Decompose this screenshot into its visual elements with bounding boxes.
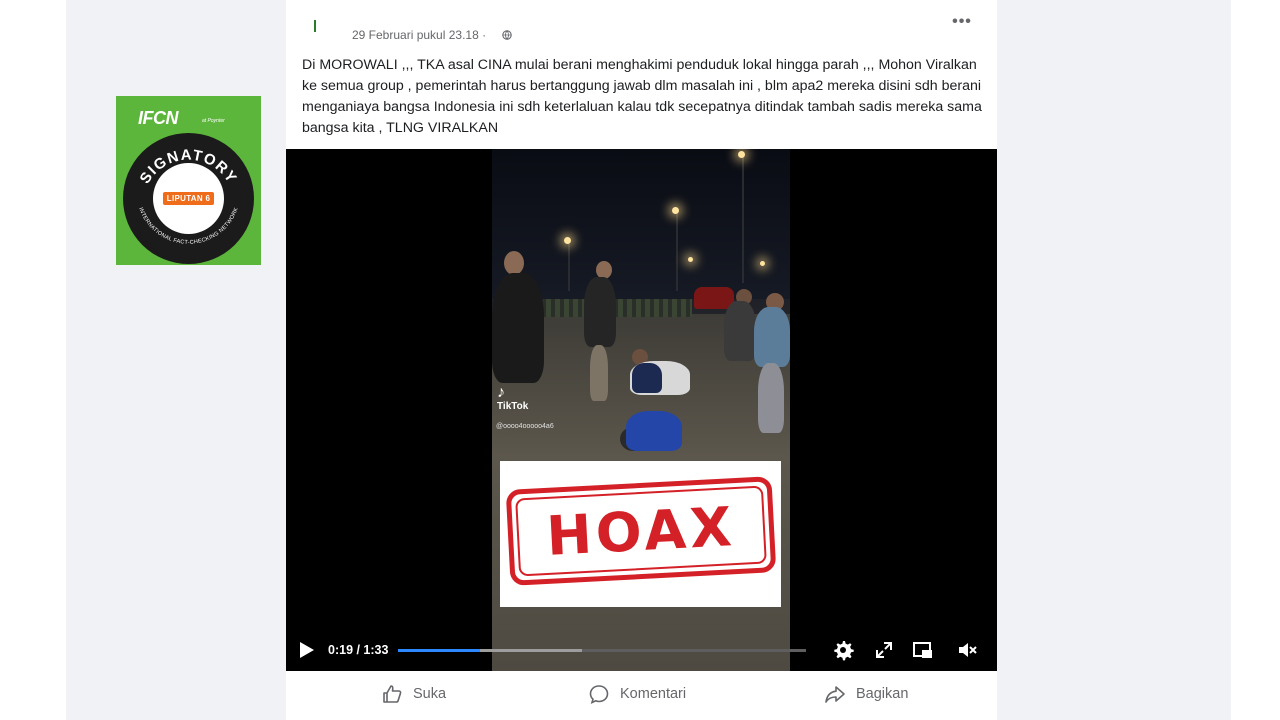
- post-card: 29 Februari pukul 23.18 · ••• Di MOROWAL…: [286, 0, 997, 720]
- hoax-stamp-inner-border: [515, 485, 767, 577]
- lamp-light: [672, 207, 679, 214]
- play-icon[interactable]: [300, 642, 314, 658]
- person: [626, 411, 682, 451]
- ifcn-logo: IFCN: [138, 108, 179, 128]
- share-icon: [825, 686, 845, 703]
- tiktok-handle: @oooo4ooooo4a6: [496, 423, 554, 430]
- post-timestamp[interactable]: 29 Februari pukul 23.18 ·: [352, 28, 486, 42]
- thumbs-up-icon: [383, 685, 402, 703]
- person: [754, 307, 790, 367]
- person: [584, 277, 616, 347]
- video-frame: ♪ TikTok @oooo4ooooo4a6 HOAX: [492, 149, 790, 671]
- tiktok-watermark: ♪ TikTok: [497, 384, 529, 413]
- video-time: 0:19 / 1:33: [328, 643, 389, 657]
- video-player[interactable]: ♪ TikTok @oooo4ooooo4a6 HOAX 0:19 / 1:33: [286, 149, 997, 671]
- comment-button[interactable]: Komentari: [588, 680, 686, 708]
- post-actions: Suka Komentari Bagikan: [286, 674, 997, 714]
- progress-bar[interactable]: [398, 649, 806, 652]
- street-lamp: [568, 241, 570, 291]
- comment-icon: [589, 685, 609, 704]
- globe-icon: [502, 30, 512, 40]
- person: [758, 363, 784, 433]
- tiktok-icon: ♪: [497, 384, 505, 401]
- person: [632, 363, 662, 393]
- avatar[interactable]: [314, 20, 316, 32]
- hoax-overlay: HOAX: [500, 461, 781, 607]
- ifcn-signatory-badge: IFCN at Poynter SIGNATORY INTERNATIONAL …: [116, 96, 261, 265]
- person-head: [504, 251, 524, 275]
- share-label: Bagikan: [856, 686, 909, 702]
- lamp-light: [688, 257, 693, 262]
- mute-icon[interactable]: [956, 639, 978, 661]
- like-button[interactable]: Suka: [381, 680, 446, 708]
- fence: [542, 299, 692, 317]
- hoax-stamp: HOAX: [505, 476, 777, 586]
- person: [724, 301, 756, 361]
- ifcn-member-circle: LIPUTAN 6: [153, 163, 224, 234]
- tiktok-label: TikTok: [497, 401, 529, 412]
- street-lamp: [742, 153, 744, 283]
- share-button[interactable]: Bagikan: [824, 680, 908, 708]
- comment-label: Komentari: [620, 686, 687, 702]
- video-controls: 0:19 / 1:33: [286, 633, 997, 667]
- progress-fill: [398, 649, 480, 652]
- fullscreen-icon[interactable]: [873, 639, 895, 661]
- lamp-light: [738, 151, 745, 158]
- picture-in-picture-icon[interactable]: [912, 639, 934, 661]
- lamp-light: [564, 237, 571, 244]
- street-lamp: [676, 211, 678, 291]
- more-options-icon[interactable]: •••: [950, 12, 974, 32]
- ifcn-ring: SIGNATORY INTERNATIONAL FACT-CHECKING NE…: [123, 133, 254, 264]
- like-label: Suka: [413, 686, 447, 702]
- person: [590, 345, 608, 401]
- post-text: Di MOROWALI ,,, TKA asal CINA mulai bera…: [302, 57, 982, 136]
- person: [492, 273, 544, 383]
- night-sky: [492, 149, 790, 299]
- lamp-light: [760, 261, 765, 266]
- gear-icon[interactable]: [832, 639, 854, 661]
- member-logo: LIPUTAN 6: [162, 192, 215, 205]
- ifcn-sub: at Poynter: [202, 118, 225, 124]
